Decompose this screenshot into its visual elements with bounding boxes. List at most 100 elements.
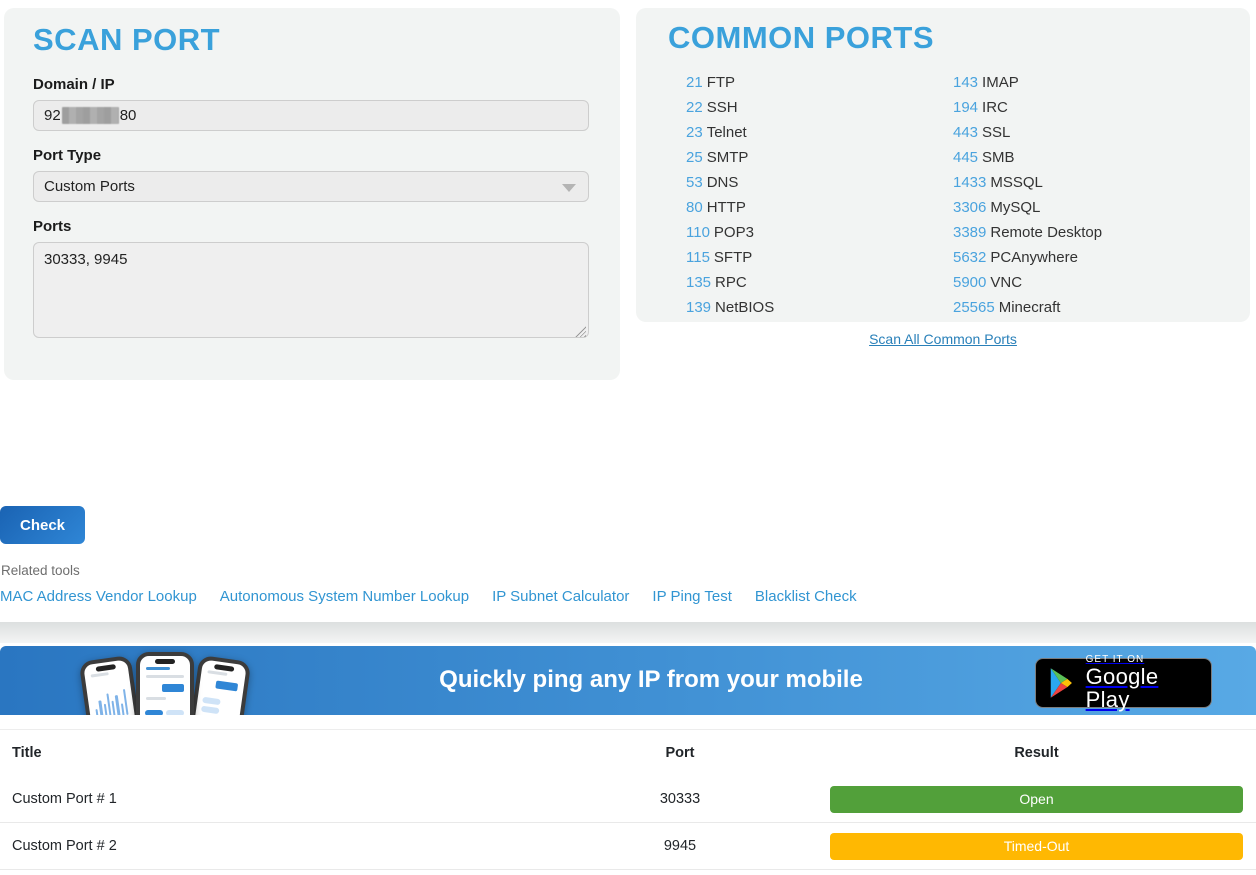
domain-value-prefix: 92 [44,107,61,124]
port-service-name: VNC [990,274,1022,291]
common-ports-column-2: 143IMAP194IRC443SSL445SMB1433MSSQL3306My… [953,70,1102,320]
port-number-link[interactable]: 1433 [953,174,986,191]
related-tool-link[interactable]: Blacklist Check [755,588,857,605]
port-number-link[interactable]: 25565 [953,299,995,316]
row-port: 30333 [560,791,800,807]
common-port-item[interactable]: 445SMB [953,145,1102,170]
table-row: Custom Port # 130333 Open [0,776,1256,823]
scan-all-common-ports-link[interactable]: Scan All Common Ports [869,331,1017,347]
port-number-link[interactable]: 135 [686,274,711,291]
mobile-app-banner: Quickly ping any IP from your mobile GET… [0,646,1256,715]
common-port-item[interactable]: 143IMAP [953,70,1102,95]
port-number-link[interactable]: 443 [953,124,978,141]
ports-label: Ports [33,218,588,235]
row-title: Custom Port # 1 [0,791,560,807]
common-port-item[interactable]: 110POP3 [686,220,953,245]
port-number-link[interactable]: 115 [686,249,710,266]
port-service-name: FTP [707,74,735,91]
port-number-link[interactable]: 5632 [953,249,986,266]
port-service-name: IMAP [982,74,1019,91]
common-port-item[interactable]: 3306MySQL [953,195,1102,220]
port-service-name: HTTP [707,199,746,216]
common-ports-title: COMMON PORTS [668,20,1250,56]
port-number-link[interactable]: 445 [953,149,978,166]
port-service-name: Telnet [707,124,747,141]
common-port-item[interactable]: 194IRC [953,95,1102,120]
common-port-item[interactable]: 22SSH [686,95,953,120]
port-service-name: Remote Desktop [990,224,1102,241]
result-status-badge: Open [830,786,1243,813]
related-tools-links: MAC Address Vendor Lookup Autonomous Syst… [0,588,857,605]
related-tools-heading: Related tools [1,563,80,578]
ports-textarea[interactable]: 30333, 9945 [33,242,589,338]
common-port-item[interactable]: 21FTP [686,70,953,95]
google-play-badge[interactable]: GET IT ON Google Play [1035,658,1212,708]
port-type-label: Port Type [33,147,588,164]
port-service-name: PCAnywhere [990,249,1078,266]
port-number-link[interactable]: 53 [686,174,703,191]
common-port-item[interactable]: 3389Remote Desktop [953,220,1102,245]
related-tool-link[interactable]: IP Ping Test [652,588,732,605]
port-number-link[interactable]: 139 [686,299,711,316]
port-number-link[interactable]: 110 [686,224,710,241]
port-scanner-page: SCAN PORT Domain / IP 92 80 Port Type Cus… [0,0,1256,875]
port-number-link[interactable]: 25 [686,149,703,166]
port-service-name: IRC [982,99,1008,116]
chevron-down-icon [562,184,576,192]
row-result-cell: Open [800,786,1256,813]
common-port-item[interactable]: 115SFTP [686,245,953,270]
table-header-row: Title Port Result [0,730,1256,776]
common-port-item[interactable]: 139NetBIOS [686,295,953,320]
port-service-name: Minecraft [999,299,1061,316]
google-play-icon [1048,666,1076,700]
phones-illustration [80,649,260,715]
related-tool-link[interactable]: MAC Address Vendor Lookup [0,588,197,605]
table-body: Custom Port # 130333OpenCustom Port # 29… [0,776,1256,870]
common-port-item[interactable]: 53DNS [686,170,953,195]
common-ports-list: 21FTP22SSH23Telnet25SMTP53DNS80HTTP110PO… [668,70,1250,320]
common-port-item[interactable]: 1433MSSQL [953,170,1102,195]
scan-port-panel: SCAN PORT Domain / IP 92 80 Port Type Cus… [4,8,620,380]
common-port-item[interactable]: 25SMTP [686,145,953,170]
port-number-link[interactable]: 22 [686,99,703,116]
port-type-selected-value: Custom Ports [44,178,135,195]
common-port-item[interactable]: 25565Minecraft [953,295,1102,320]
port-number-link[interactable]: 3389 [953,224,986,241]
port-type-select[interactable]: Custom Ports [33,171,589,202]
common-ports-panel: COMMON PORTS 21FTP22SSH23Telnet25SMTP53D… [636,8,1250,322]
port-number-link[interactable]: 143 [953,74,978,91]
domain-value-suffix: 80 [120,107,137,124]
domain-ip-label: Domain / IP [33,76,588,93]
port-service-name: DNS [707,174,739,191]
check-button[interactable]: Check [0,506,85,544]
google-play-text: GET IT ON Google Play [1086,655,1199,712]
port-number-link[interactable]: 194 [953,99,978,116]
header-title: Title [0,745,560,761]
port-number-link[interactable]: 5900 [953,274,986,291]
row-result-cell: Timed-Out [800,833,1256,860]
port-service-name: SMTP [707,149,749,166]
scan-results-table: Title Port Result Custom Port # 130333 Op… [0,729,1256,870]
port-number-link[interactable]: 23 [686,124,703,141]
scan-port-title: SCAN PORT [33,22,588,58]
port-number-link[interactable]: 21 [686,74,703,91]
row-title: Custom Port # 2 [0,838,560,854]
section-divider [0,622,1256,643]
common-port-item[interactable]: 5632PCAnywhere [953,245,1102,270]
domain-input[interactable]: 92 80 [33,100,589,131]
related-tool-link[interactable]: Autonomous System Number Lookup [220,588,469,605]
port-number-link[interactable]: 3306 [953,199,986,216]
common-ports-column-1: 21FTP22SSH23Telnet25SMTP53DNS80HTTP110PO… [686,70,953,320]
result-status-badge: Timed-Out [830,833,1243,860]
port-service-name: RPC [715,274,747,291]
common-port-item[interactable]: 80HTTP [686,195,953,220]
common-port-item[interactable]: 135RPC [686,270,953,295]
header-result: Result [800,745,1256,761]
common-port-item[interactable]: 5900VNC [953,270,1102,295]
port-service-name: SSL [982,124,1010,141]
common-port-item[interactable]: 23Telnet [686,120,953,145]
port-number-link[interactable]: 80 [686,199,703,216]
common-port-item[interactable]: 443SSL [953,120,1102,145]
port-service-name: MySQL [990,199,1040,216]
related-tool-link[interactable]: IP Subnet Calculator [492,588,629,605]
